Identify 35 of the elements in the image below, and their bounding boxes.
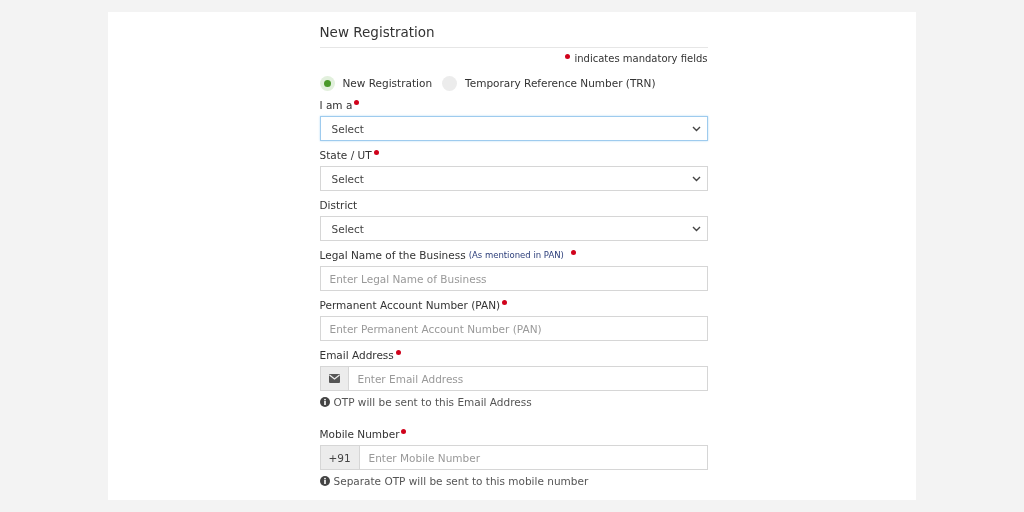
- select-field[interactable]: Select: [319, 116, 708, 141]
- radio-option[interactable]: New Registration: [319, 75, 433, 91]
- field-label: Mobile Number: [319, 427, 400, 441]
- radio-option[interactable]: Temporary Reference Number (TRN): [442, 75, 656, 91]
- input-field[interactable]: Enter Mobile Number: [358, 445, 708, 470]
- required-dot-icon: [502, 300, 508, 305]
- country-code: +91: [319, 445, 359, 470]
- info-icon: [319, 397, 330, 407]
- required-dot-icon: [395, 350, 401, 355]
- chevron-down-icon: [691, 175, 701, 182]
- field-label: I am a: [319, 98, 353, 112]
- input-field[interactable]: Enter Legal Name of Business: [319, 266, 708, 291]
- info-icon: [319, 476, 330, 486]
- input-field[interactable]: Enter Permanent Account Number (PAN): [319, 316, 708, 341]
- envelope-icon: [328, 374, 340, 383]
- field-label: District: [319, 198, 358, 212]
- required-dot-icon: [401, 429, 407, 434]
- required-dot-icon: [565, 54, 571, 59]
- select-field[interactable]: Select: [319, 216, 708, 241]
- field-label: Permanent Account Number (PAN): [319, 298, 501, 312]
- field-label: Email Address: [319, 348, 394, 362]
- mandatory-note: indicates mandatory fields: [574, 52, 708, 66]
- chevron-down-icon: [691, 125, 701, 132]
- required-dot-icon: [354, 100, 360, 105]
- chevron-down-icon: [691, 225, 701, 232]
- page-title: New Registration: [319, 24, 436, 41]
- required-dot-icon: [570, 250, 576, 255]
- input-field[interactable]: Enter Email Address: [347, 366, 708, 391]
- required-dot-icon: [373, 150, 379, 155]
- field-label: Legal Name of the Business: [319, 248, 466, 262]
- select-field[interactable]: Select: [319, 166, 708, 191]
- help-text: Separate OTP will be sent to this mobile number: [333, 474, 589, 488]
- help-text: OTP will be sent to this Email Address: [333, 395, 532, 409]
- field-note: (As mentioned in PAN): [468, 249, 564, 262]
- field-label: State / UT: [319, 148, 372, 162]
